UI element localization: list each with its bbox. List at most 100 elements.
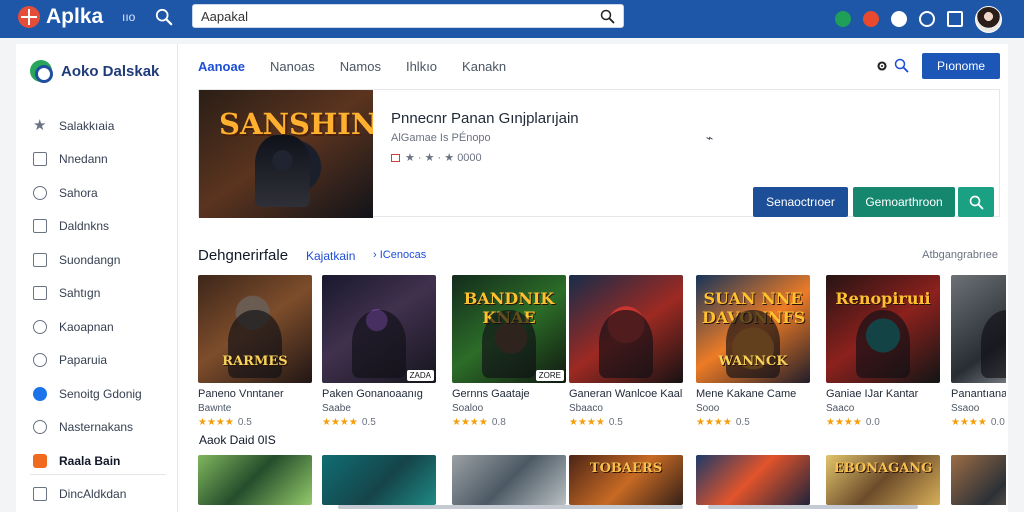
hero-search-button[interactable] (958, 187, 994, 217)
primary-action-button[interactable]: Senaoctrıoer (753, 187, 848, 217)
tab-0[interactable]: Aanoae (198, 59, 245, 74)
avatar[interactable] (975, 5, 1002, 33)
game-card-3[interactable]: Ganeran Wanlcoe Kaal Sbaaco ★★★★ 0.5 (569, 275, 683, 435)
section-breadcrumb[interactable]: › ICenocas (373, 249, 426, 261)
section-link[interactable]: Kajatkain (306, 249, 355, 263)
featured-rating-text: ★ · ★ · ★ 0000 (405, 152, 482, 164)
sidebar-item-label: Senoitg Gdonig (59, 386, 142, 401)
settings-icon[interactable] (875, 59, 889, 73)
sidebar-item-5[interactable]: Sahtıgn (16, 277, 178, 311)
card-meta: Sooo (696, 403, 720, 414)
tab-1[interactable]: Nanoas (270, 59, 315, 74)
section-title: Dehgnerirfale (198, 247, 289, 264)
card-rating-value: 0.8 (491, 417, 506, 428)
bottom-game-tile-1[interactable] (322, 455, 436, 505)
sidebar-item-2[interactable]: Sahora (16, 176, 178, 210)
card-meta: Bawnte (198, 403, 232, 414)
stars-icon: ★★★★ (826, 417, 862, 428)
sidebar-item-1[interactable]: Nnedann (16, 143, 178, 177)
game-card-5[interactable]: Renopiruıi Ganiae IJar Kantar Saaco ★★★★… (826, 275, 940, 435)
bottom-game-tile-0[interactable] (198, 455, 312, 505)
premium-button[interactable]: Pıonome (922, 53, 1000, 79)
card-name: Mene Kakane Came (696, 388, 797, 400)
sidebar-item-8[interactable]: Senoitg Gdonig (16, 377, 178, 411)
bottom-game-tile-4[interactable] (696, 455, 810, 505)
card-meta: Saabe (322, 403, 351, 414)
flag-icon (391, 154, 400, 162)
game-character (599, 310, 653, 378)
sidebar-item-11[interactable]: DincAldkdan (16, 478, 178, 512)
app-logo-icon (18, 6, 40, 28)
chat-icon (33, 420, 47, 435)
window-icon[interactable] (947, 11, 963, 27)
main-search-icon[interactable] (894, 58, 909, 73)
card-meta: Soaloo (452, 403, 484, 414)
second-section-title: Aaok Daid 0IS (199, 433, 276, 447)
game-card-0[interactable]: RARMES Paneno Vnntaner Bawnte ★★★★ 0.5 (198, 275, 312, 435)
sidebar-brand[interactable]: Aoko Dalskak (30, 60, 160, 83)
bottom-game-tile-2[interactable] (452, 455, 566, 505)
sidebar-item-10[interactable]: Raala Bain (16, 444, 178, 478)
card-rating: ★★★★ 0.5 (569, 417, 683, 428)
app-logo[interactable]: Aplka (18, 5, 103, 29)
orange-puzzle-icon (33, 453, 47, 468)
game-card-art (951, 275, 1006, 383)
search-input[interactable] (193, 5, 583, 27)
tile-title: EBONAGANG (833, 461, 933, 476)
search-field[interactable] (192, 4, 624, 28)
account-circle-icon[interactable] (919, 11, 935, 27)
sidebar-item-label: Suondangn (59, 252, 121, 267)
grid-icon[interactable] (835, 11, 851, 27)
sidebar-item-7[interactable]: Paparuia (16, 344, 178, 378)
game-card-2[interactable]: BANDNIK KNAE ZORE Gernns Gaataje Soaloo … (452, 275, 566, 435)
info-icon (33, 185, 47, 200)
sidebar-item-4[interactable]: Suondangn (16, 243, 178, 277)
secondary-action-button[interactable]: Gemoarthroon (853, 187, 955, 217)
card-title-art: RARMES (222, 354, 288, 369)
header-small-label: ııo (122, 10, 136, 24)
horizontal-scrollbar[interactable] (338, 505, 683, 509)
sidebar-item-label: Sahtıgn (59, 286, 101, 301)
featured-meta: AlGamae Is PÉnopo (391, 132, 491, 144)
app-header: Aplka ııo (0, 0, 1024, 38)
card-name: Gernns Gaataje (452, 388, 530, 400)
card-rating: ★★★★ 0.0 (826, 417, 940, 428)
sidebar: Aoko Dalskak ★ Salakkıaia Nnedann Sahora … (16, 44, 178, 512)
cover-character (255, 135, 310, 207)
red-app-icon[interactable] (863, 11, 879, 27)
brand-icon (30, 60, 53, 83)
sidebar-item-6[interactable]: Kaoapnan (16, 310, 178, 344)
sidebar-brand-label: Aoko Dalskak (61, 62, 160, 80)
tab-4[interactable]: Kanakn (462, 59, 506, 74)
bottom-game-tile-5[interactable]: EBONAGANG (826, 455, 940, 505)
sidebar-menu: ★ Salakkıaia Nnedann Sahora Daldnkns Suon… (16, 109, 178, 511)
game-card-6[interactable]: Panantıana Ssaoo ★★★★ 0.0 (951, 275, 1006, 435)
featured-game-cover[interactable]: SANSHIN (199, 90, 373, 218)
header-search-icon[interactable] (155, 8, 173, 26)
featured-cover-title: SANSHIN (219, 107, 373, 141)
card-rating-value: 0.0 (865, 417, 880, 428)
tab-2[interactable]: Namos (340, 59, 381, 74)
game-card-4[interactable]: SUAN NNE DAVONNFS WANNCK Mene Kakane Cam… (696, 275, 810, 435)
card-name: Panantıana (951, 388, 1006, 400)
search-icon[interactable] (600, 9, 615, 24)
bottom-game-tile-3[interactable]: TOBAERS (569, 455, 683, 505)
game-card-art: Renopiruıi (826, 275, 940, 383)
game-character (981, 310, 1006, 378)
sidebar-item-0[interactable]: ★ Salakkıaia (16, 109, 178, 143)
section-more-link[interactable]: Atbgangrabrıee (922, 249, 998, 261)
game-card-art: RARMES (198, 275, 312, 383)
sidebar-item-9[interactable]: Nasternakans (16, 411, 178, 445)
game-card-1[interactable]: ZADA Paken Gonanoaanıg Saabe ★★★★ 0.5 (322, 275, 436, 435)
white-circle-icon[interactable] (891, 11, 907, 27)
main-tabs: Aanoae Nanoas Namos Ihlkıo Kanakn (198, 59, 506, 74)
sidebar-item-label: Sahora (59, 185, 98, 200)
card-rating: ★★★★ 0.5 (198, 417, 312, 428)
tab-3[interactable]: Ihlkıo (406, 59, 437, 74)
header-actions (835, 4, 1002, 34)
horizontal-scrollbar-right[interactable] (708, 505, 918, 509)
sidebar-item-3[interactable]: Daldnkns (16, 210, 178, 244)
bottom-game-tile-6[interactable] (951, 455, 1006, 505)
message-icon (33, 152, 47, 167)
box-icon (33, 252, 47, 267)
